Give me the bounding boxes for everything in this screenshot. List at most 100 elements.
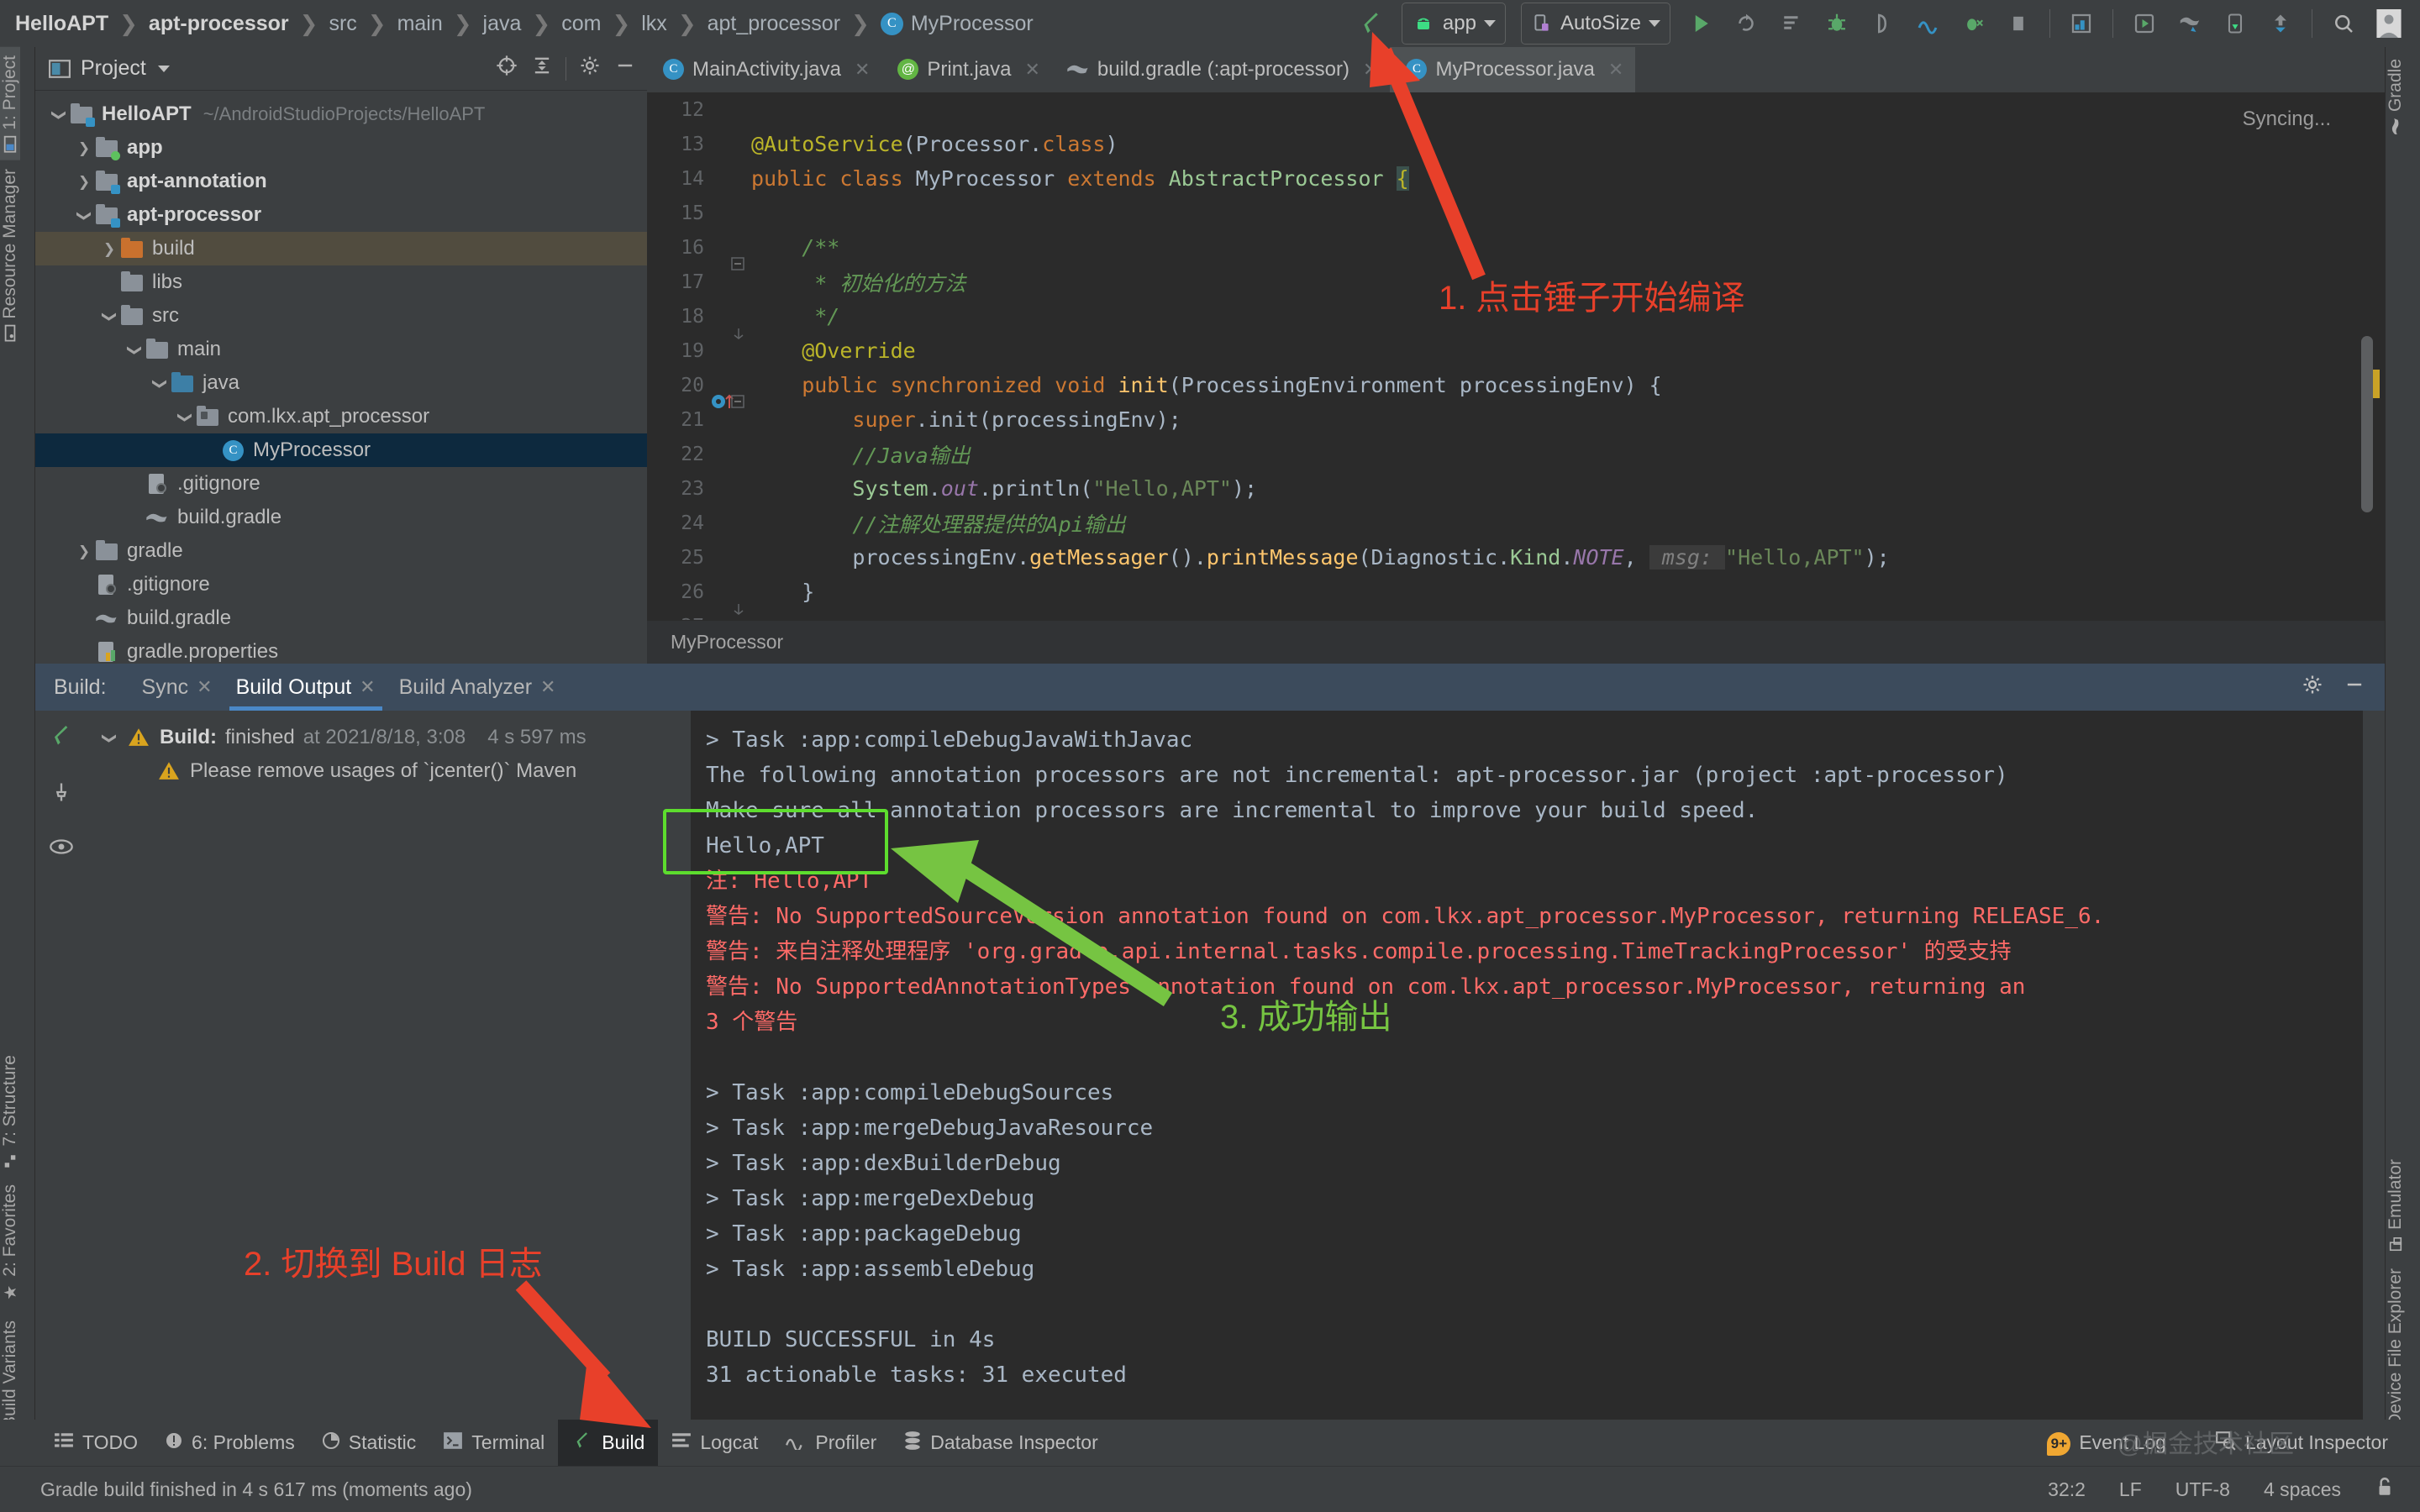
project-tree-row[interactable]: HelloAPT ~/AndroidStudioProjects/HelloAPT: [35, 97, 647, 131]
project-tree-row[interactable]: apt-processor: [35, 198, 647, 232]
chevron-down-icon[interactable]: [157, 65, 170, 72]
tool-window-button[interactable]: Logcat: [658, 1420, 771, 1466]
tool-window-button[interactable]: Terminal: [429, 1420, 558, 1466]
avatar[interactable]: [2366, 3, 2412, 45]
rerun-button[interactable]: [1723, 3, 1769, 45]
editor-tab[interactable]: C MainActivity.java ✕: [647, 47, 881, 92]
tree-arrow-icon[interactable]: [74, 207, 94, 224]
project-tree-row[interactable]: gradle: [35, 534, 647, 568]
tool-window-button[interactable]: 6: Problems: [151, 1420, 308, 1466]
device-select[interactable]: AutoSize: [1520, 3, 1670, 45]
project-tree-row[interactable]: java: [35, 366, 647, 400]
sidebar-item-project[interactable]: 1: Project: [0, 47, 20, 160]
run-button[interactable]: [1678, 3, 1723, 45]
project-tree-row[interactable]: C MyProcessor: [35, 433, 647, 467]
editor-error-stripe[interactable]: [2373, 370, 2380, 398]
breadcrumb-current-class[interactable]: C MyProcessor: [880, 12, 1034, 36]
close-icon[interactable]: ✕: [540, 676, 555, 698]
tool-window-button[interactable]: TODO: [40, 1420, 151, 1466]
breadcrumb-item-6[interactable]: lkx: [641, 12, 667, 36]
sidebar-item-resource-manager[interactable]: Resource Manager: [0, 160, 20, 349]
build-hammer-icon[interactable]: [48, 722, 75, 755]
pull-changes-button[interactable]: [2258, 3, 2303, 45]
tree-arrow-icon[interactable]: [150, 375, 170, 392]
locate-icon[interactable]: [495, 54, 518, 83]
sidebar-item-emulator[interactable]: Emulator: [2386, 1151, 2406, 1260]
tool-window-button[interactable]: Build: [558, 1420, 659, 1466]
project-tree-row[interactable]: libs: [35, 265, 647, 299]
breadcrumb-item-5[interactable]: com: [561, 12, 601, 36]
build-console[interactable]: > Task :app:compileDebugJavaWithJavac The…: [691, 711, 2385, 1436]
hide-icon[interactable]: [2343, 673, 2366, 702]
tool-window-button[interactable]: Database Inspector: [890, 1420, 1111, 1466]
stop-button[interactable]: [1996, 3, 2041, 45]
collapse-all-icon[interactable]: [530, 54, 554, 83]
build-tree[interactable]: Build: finished at 2021/8/18, 3:08 4 s 59…: [87, 711, 691, 1436]
project-tree[interactable]: HelloAPT ~/AndroidStudioProjects/HelloAPT…: [35, 91, 647, 664]
pin-icon[interactable]: [50, 780, 73, 810]
breadcrumb-item-1[interactable]: apt-processor: [149, 12, 289, 36]
close-icon[interactable]: ✕: [855, 59, 870, 81]
tree-arrow-icon[interactable]: [49, 106, 69, 123]
breadcrumb-item-0[interactable]: HelloAPT: [15, 12, 108, 36]
tree-arrow-icon[interactable]: [124, 341, 145, 359]
editor-tab[interactable]: build.gradle (:apt-processor) ✕: [1052, 47, 1391, 92]
tree-arrow-icon[interactable]: [74, 173, 94, 191]
build-tab[interactable]: Build Output ✕: [224, 664, 387, 711]
build-tab[interactable]: Build Analyzer ✕: [387, 664, 568, 711]
tree-arrow-icon[interactable]: [99, 307, 119, 325]
close-icon[interactable]: ✕: [360, 676, 375, 698]
close-icon[interactable]: ✕: [1608, 59, 1623, 81]
project-tree-row[interactable]: .gitignore: [35, 467, 647, 501]
tree-arrow-icon[interactable]: [74, 139, 94, 157]
project-tree-row[interactable]: com.lkx.apt_processor: [35, 400, 647, 433]
gear-icon[interactable]: [2301, 673, 2324, 702]
editor-tab[interactable]: @ Print.java ✕: [881, 47, 1051, 92]
sdk-manager-button[interactable]: [2122, 3, 2167, 45]
tree-arrow-icon[interactable]: [99, 240, 119, 258]
sidebar-item-gradle[interactable]: Gradle: [2386, 50, 2406, 142]
tool-window-button[interactable]: Statistic: [308, 1420, 430, 1466]
build-tree-row[interactable]: Please remove usages of `jcenter()` Mave…: [87, 754, 691, 788]
attach-debugger-button[interactable]: [1860, 3, 1905, 45]
file-encoding[interactable]: UTF-8: [2175, 1478, 2230, 1501]
tree-arrow-icon[interactable]: [74, 543, 94, 560]
breadcrumb-item-7[interactable]: apt_processor: [708, 12, 840, 36]
project-tree-row[interactable]: main: [35, 333, 647, 366]
sidebar-item-favorites[interactable]: ★ 2: Favorites: [0, 1176, 20, 1312]
close-icon[interactable]: ✕: [1363, 59, 1378, 81]
breadcrumb-item-4[interactable]: java: [483, 12, 522, 36]
close-icon[interactable]: ✕: [197, 676, 212, 698]
project-tree-row[interactable]: src: [35, 299, 647, 333]
debug-button[interactable]: [1814, 3, 1860, 45]
search-icon[interactable]: [2321, 3, 2366, 45]
device-manager-button[interactable]: [2212, 3, 2258, 45]
caret-position[interactable]: 32:2: [2048, 1478, 2086, 1501]
code-area[interactable]: 12 13 @AutoService(Processor.class) 14 publi…: [647, 92, 2385, 621]
hide-icon[interactable]: [613, 54, 637, 83]
run-configuration-select[interactable]: app: [1401, 3, 1506, 45]
gear-icon[interactable]: [578, 54, 602, 83]
project-tree-row[interactable]: apt-annotation: [35, 165, 647, 198]
editor-tab[interactable]: C MyProcessor.java ✕: [1390, 47, 1636, 92]
tool-window-button[interactable]: Profiler: [771, 1420, 890, 1466]
profiler-button[interactable]: [1905, 3, 1950, 45]
breadcrumb-item-2[interactable]: src: [329, 12, 356, 36]
tree-arrow-icon[interactable]: [99, 729, 119, 747]
build-hammer-button[interactable]: [1349, 3, 1394, 45]
eye-icon[interactable]: [49, 835, 74, 864]
project-tree-row[interactable]: gradle.properties: [35, 635, 647, 664]
tree-arrow-icon[interactable]: [175, 408, 195, 426]
sidebar-item-structure[interactable]: 7: Structure: [0, 1047, 20, 1177]
project-tree-row[interactable]: build.gradle: [35, 601, 647, 635]
project-tree-row[interactable]: .gitignore: [35, 568, 647, 601]
project-tree-row[interactable]: build: [35, 232, 647, 265]
gradle-sync-button[interactable]: [2167, 3, 2212, 45]
unlocked-icon[interactable]: [2375, 1476, 2395, 1503]
build-tab[interactable]: Sync ✕: [130, 664, 224, 711]
editor-scrollbar-thumb[interactable]: [2361, 336, 2373, 512]
apply-changes-button[interactable]: [1769, 3, 1814, 45]
close-icon[interactable]: ✕: [1024, 59, 1039, 81]
indent-setting[interactable]: 4 spaces: [2264, 1478, 2341, 1501]
build-tree-row[interactable]: Build: finished at 2021/8/18, 3:08 4 s 59…: [87, 721, 691, 754]
